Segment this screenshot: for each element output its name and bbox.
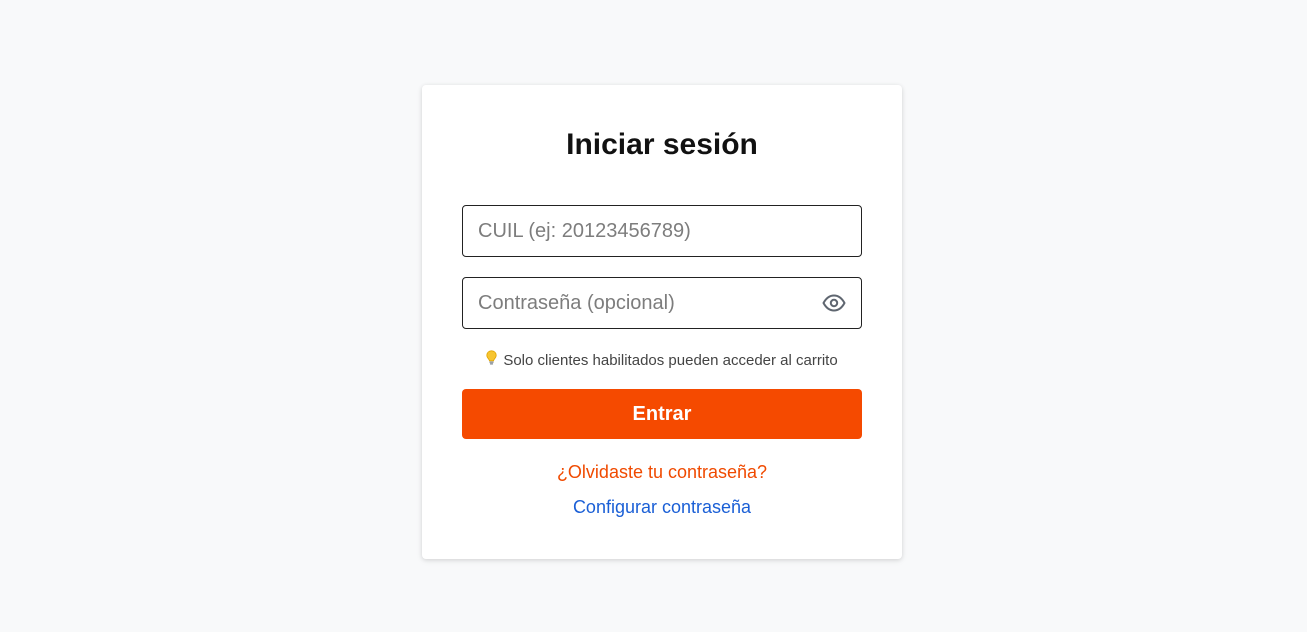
access-hint: Solo clientes habilitados pueden acceder… bbox=[422, 350, 902, 371]
password-field-wrapper bbox=[462, 277, 862, 329]
configure-password-link[interactable]: Configurar contraseña bbox=[422, 496, 902, 518]
password-input[interactable] bbox=[463, 278, 861, 328]
lightbulb-icon bbox=[486, 350, 497, 370]
eye-icon[interactable] bbox=[821, 291, 847, 315]
login-button[interactable]: Entrar bbox=[462, 389, 862, 439]
page-title: Iniciar sesión bbox=[566, 128, 758, 161]
login-card: Iniciar sesión Solo clientes habilitados… bbox=[422, 85, 902, 559]
forgot-password-link[interactable]: ¿Olvidaste tu contraseña? bbox=[422, 461, 902, 483]
cuil-field-wrapper bbox=[462, 205, 862, 257]
cuil-input[interactable] bbox=[463, 206, 861, 256]
access-hint-text: Solo clientes habilitados pueden acceder… bbox=[503, 352, 838, 369]
